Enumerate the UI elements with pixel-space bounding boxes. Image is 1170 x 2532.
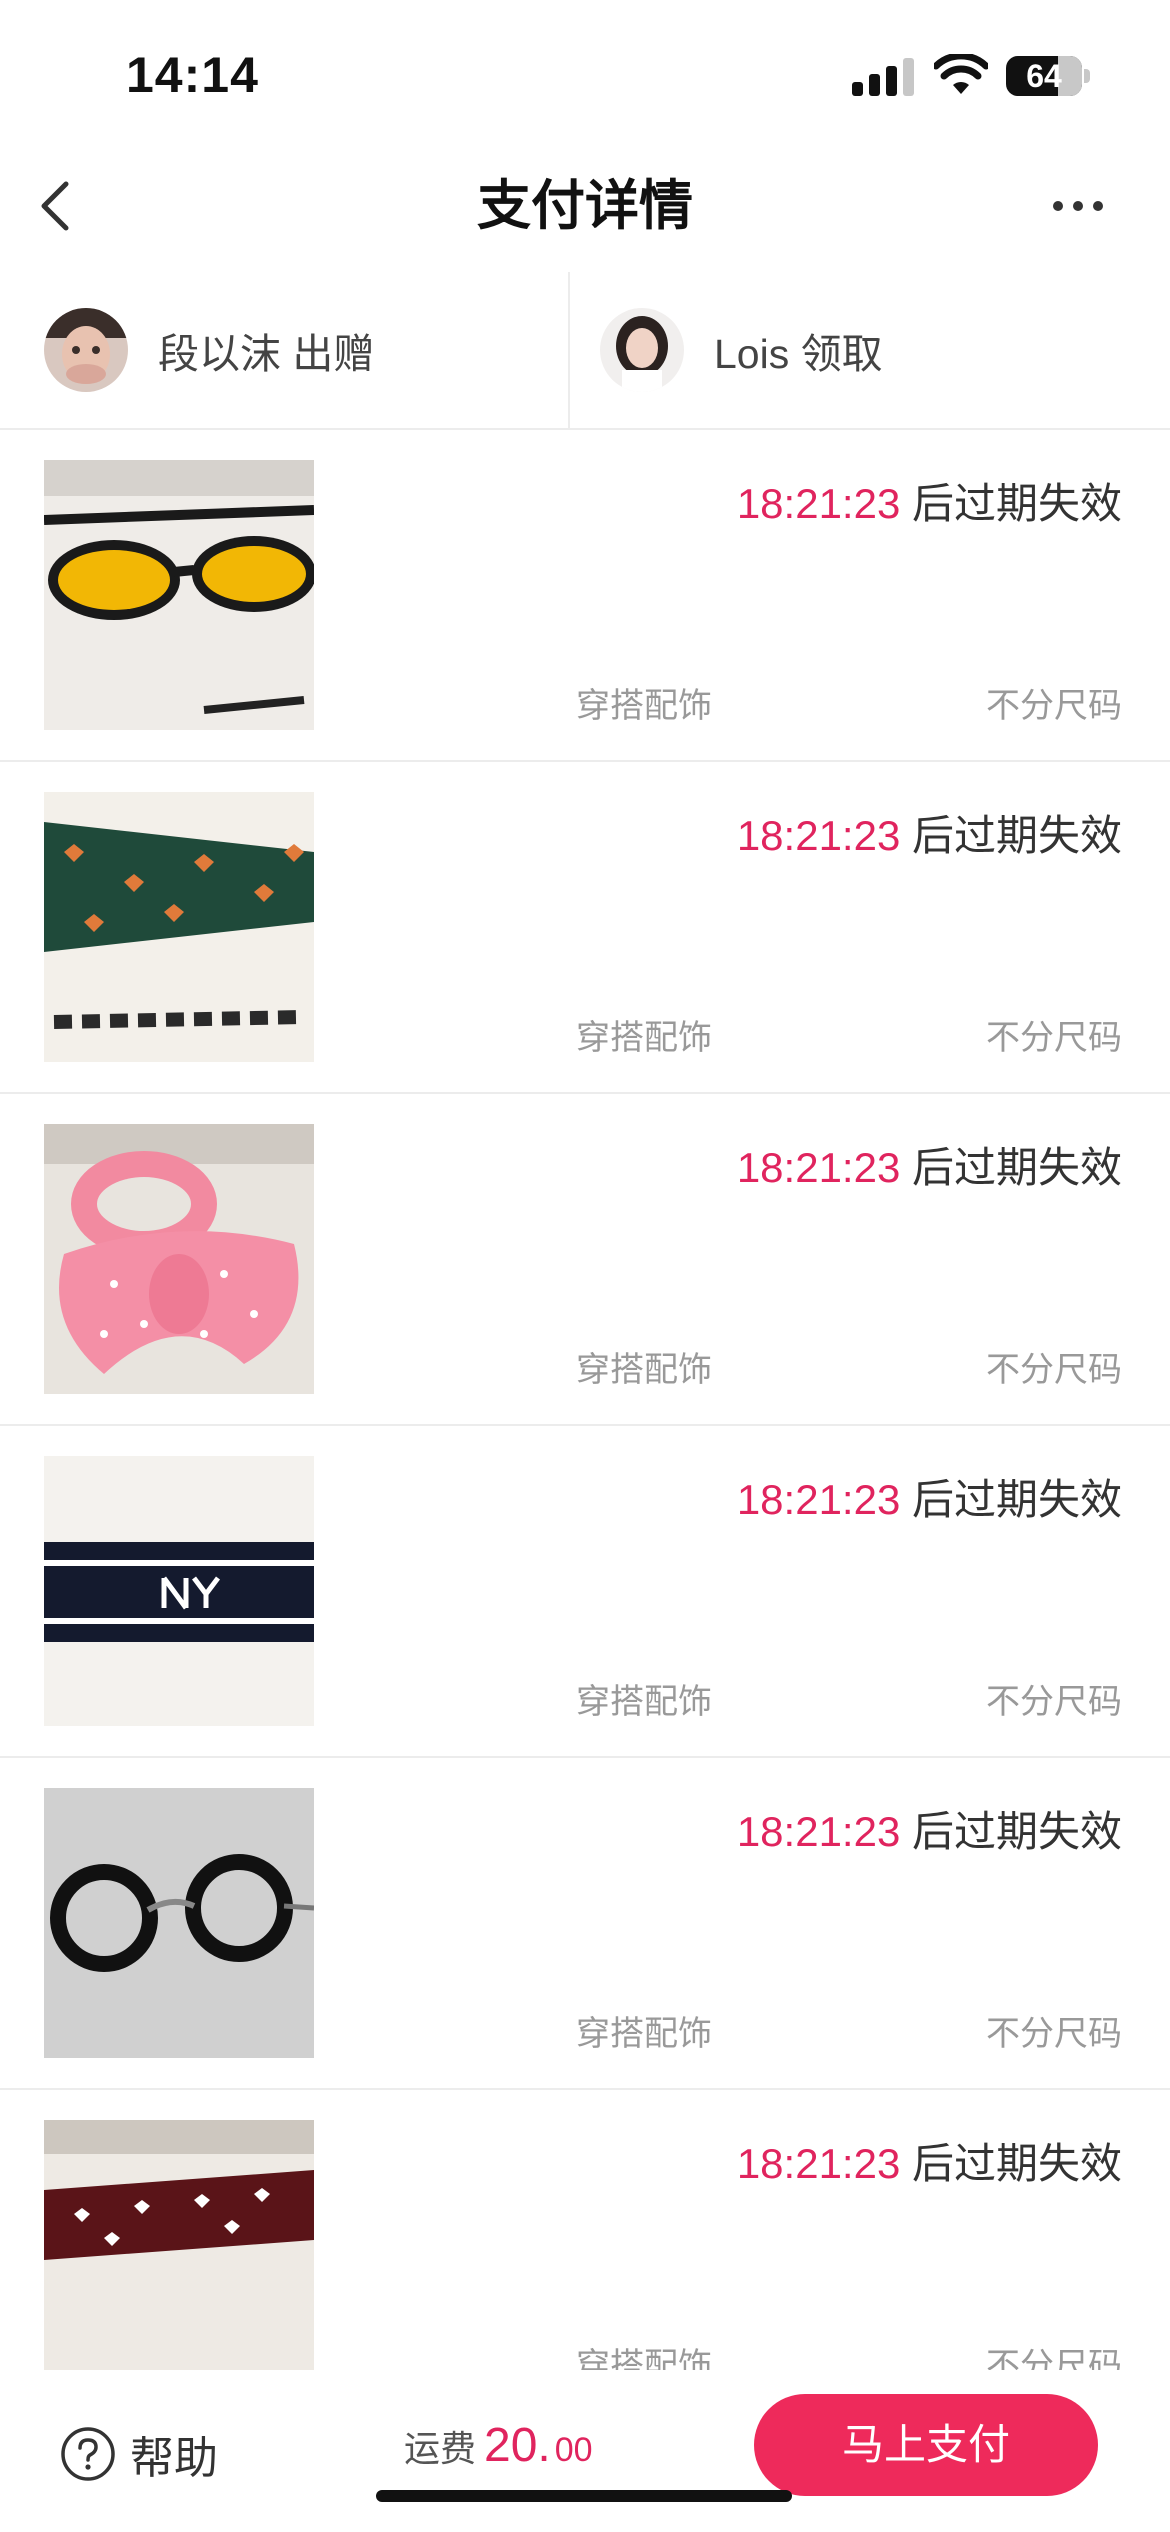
- item-image: [44, 460, 314, 730]
- item-size: 不分尺码: [986, 1683, 1122, 1721]
- expiry-notice: 18:21:23 后过期失效: [737, 2130, 1122, 2191]
- list-item[interactable]: 18:21:23 后过期失效 穿搭配饰 不分尺码: [0, 1758, 1170, 2090]
- item-category: 穿搭配饰: [576, 687, 712, 725]
- expiry-text: 后过期失效: [900, 1476, 1122, 1523]
- countdown: 18:21:23: [736, 480, 901, 527]
- countdown: 18:21:23: [736, 1808, 901, 1855]
- pay-now-button[interactable]: 马上支付: [754, 2394, 1098, 2496]
- item-category: 穿搭配饰: [576, 2347, 712, 2370]
- item-image: [44, 1456, 314, 1726]
- item-image: [44, 1788, 314, 2058]
- item-size: 不分尺码: [986, 1019, 1122, 1057]
- battery-cap: [1084, 69, 1090, 83]
- status-time: 14:14: [126, 47, 259, 103]
- expiry-notice: 18:21:23 后过期失效: [737, 1466, 1122, 1527]
- item-category: 穿搭配饰: [576, 1351, 712, 1389]
- item-size: 不分尺码: [986, 2347, 1122, 2370]
- back-icon[interactable]: [30, 174, 86, 238]
- countdown: 18:21:23: [736, 1476, 901, 1523]
- item-size: 不分尺码: [986, 2015, 1122, 2053]
- item-image: [44, 1124, 314, 1394]
- avatar: [44, 308, 128, 392]
- expiry-notice: 18:21:23 后过期失效: [737, 802, 1122, 863]
- expiry-text: 后过期失效: [900, 812, 1122, 859]
- shipping-amount-int: 20.: [484, 2419, 551, 2472]
- battery-level: 64: [1026, 58, 1062, 94]
- party-divider: [568, 272, 570, 428]
- more-icon[interactable]: [1046, 186, 1110, 226]
- battery-icon: 64: [1006, 56, 1082, 96]
- expiry-notice: 18:21:23 后过期失效: [737, 1798, 1122, 1859]
- expiry-text: 后过期失效: [900, 1144, 1122, 1191]
- item-image: [44, 2120, 314, 2370]
- receiver[interactable]: Lois 领取: [600, 272, 883, 428]
- list-item[interactable]: 18:21:23 后过期失效 穿搭配饰 不分尺码: [0, 1094, 1170, 1426]
- avatar: [600, 308, 684, 392]
- expiry-text: 后过期失效: [900, 480, 1122, 527]
- item-list: 18:21:23 后过期失效 穿搭配饰 不分尺码 18:21:23 后过期失效 …: [0, 430, 1170, 2370]
- help-icon: [61, 2427, 115, 2481]
- item-category: 穿搭配饰: [576, 1019, 712, 1057]
- shipping-fee: 运费 20. 00: [404, 2418, 593, 2473]
- item-size: 不分尺码: [986, 1351, 1122, 1389]
- page-title: 支付详情: [477, 176, 693, 236]
- shipping-label: 运费: [404, 2428, 477, 2469]
- item-category: 穿搭配饰: [576, 1683, 712, 1721]
- help-button[interactable]: 帮助: [60, 2422, 218, 2486]
- giver[interactable]: 段以沫 出赠: [44, 272, 374, 428]
- expiry-notice: 18:21:23 后过期失效: [737, 1134, 1122, 1195]
- item-size: 不分尺码: [986, 687, 1122, 725]
- expiry-text: 后过期失效: [900, 1808, 1122, 1855]
- gift-parties: 段以沫 出赠 Lois 领取: [0, 272, 1170, 430]
- list-item[interactable]: 18:21:23 后过期失效 穿搭配饰 不分尺码: [0, 762, 1170, 1094]
- shipping-amount-dec: 00: [554, 2431, 593, 2469]
- list-item[interactable]: 18:21:23 后过期失效 穿搭配饰 不分尺码: [0, 1426, 1170, 1758]
- expiry-text: 后过期失效: [900, 2140, 1122, 2187]
- giver-name: 段以沫 出赠: [158, 331, 375, 377]
- countdown: 18:21:23: [736, 812, 901, 859]
- status-bar: 14:14 64: [0, 0, 1170, 150]
- receiver-name: Lois 领取: [714, 331, 883, 377]
- nav-bar: 支付详情: [0, 150, 1170, 262]
- bottom-bar: 帮助 运费 20. 00 马上支付: [0, 2370, 1170, 2532]
- help-label: 帮助: [130, 2434, 218, 2483]
- list-item[interactable]: 18:21:23 后过期失效 穿搭配饰 不分尺码: [0, 2090, 1170, 2370]
- item-category: 穿搭配饰: [576, 2015, 712, 2053]
- countdown: 18:21:23: [736, 1144, 901, 1191]
- item-image: [44, 792, 314, 1062]
- cellular-signal-icon: [852, 58, 914, 96]
- expiry-notice: 18:21:23 后过期失效: [737, 470, 1122, 531]
- countdown: 18:21:23: [736, 2140, 901, 2187]
- home-indicator[interactable]: [376, 2490, 792, 2502]
- wifi-icon: [934, 54, 988, 94]
- list-item[interactable]: 18:21:23 后过期失效 穿搭配饰 不分尺码: [0, 430, 1170, 762]
